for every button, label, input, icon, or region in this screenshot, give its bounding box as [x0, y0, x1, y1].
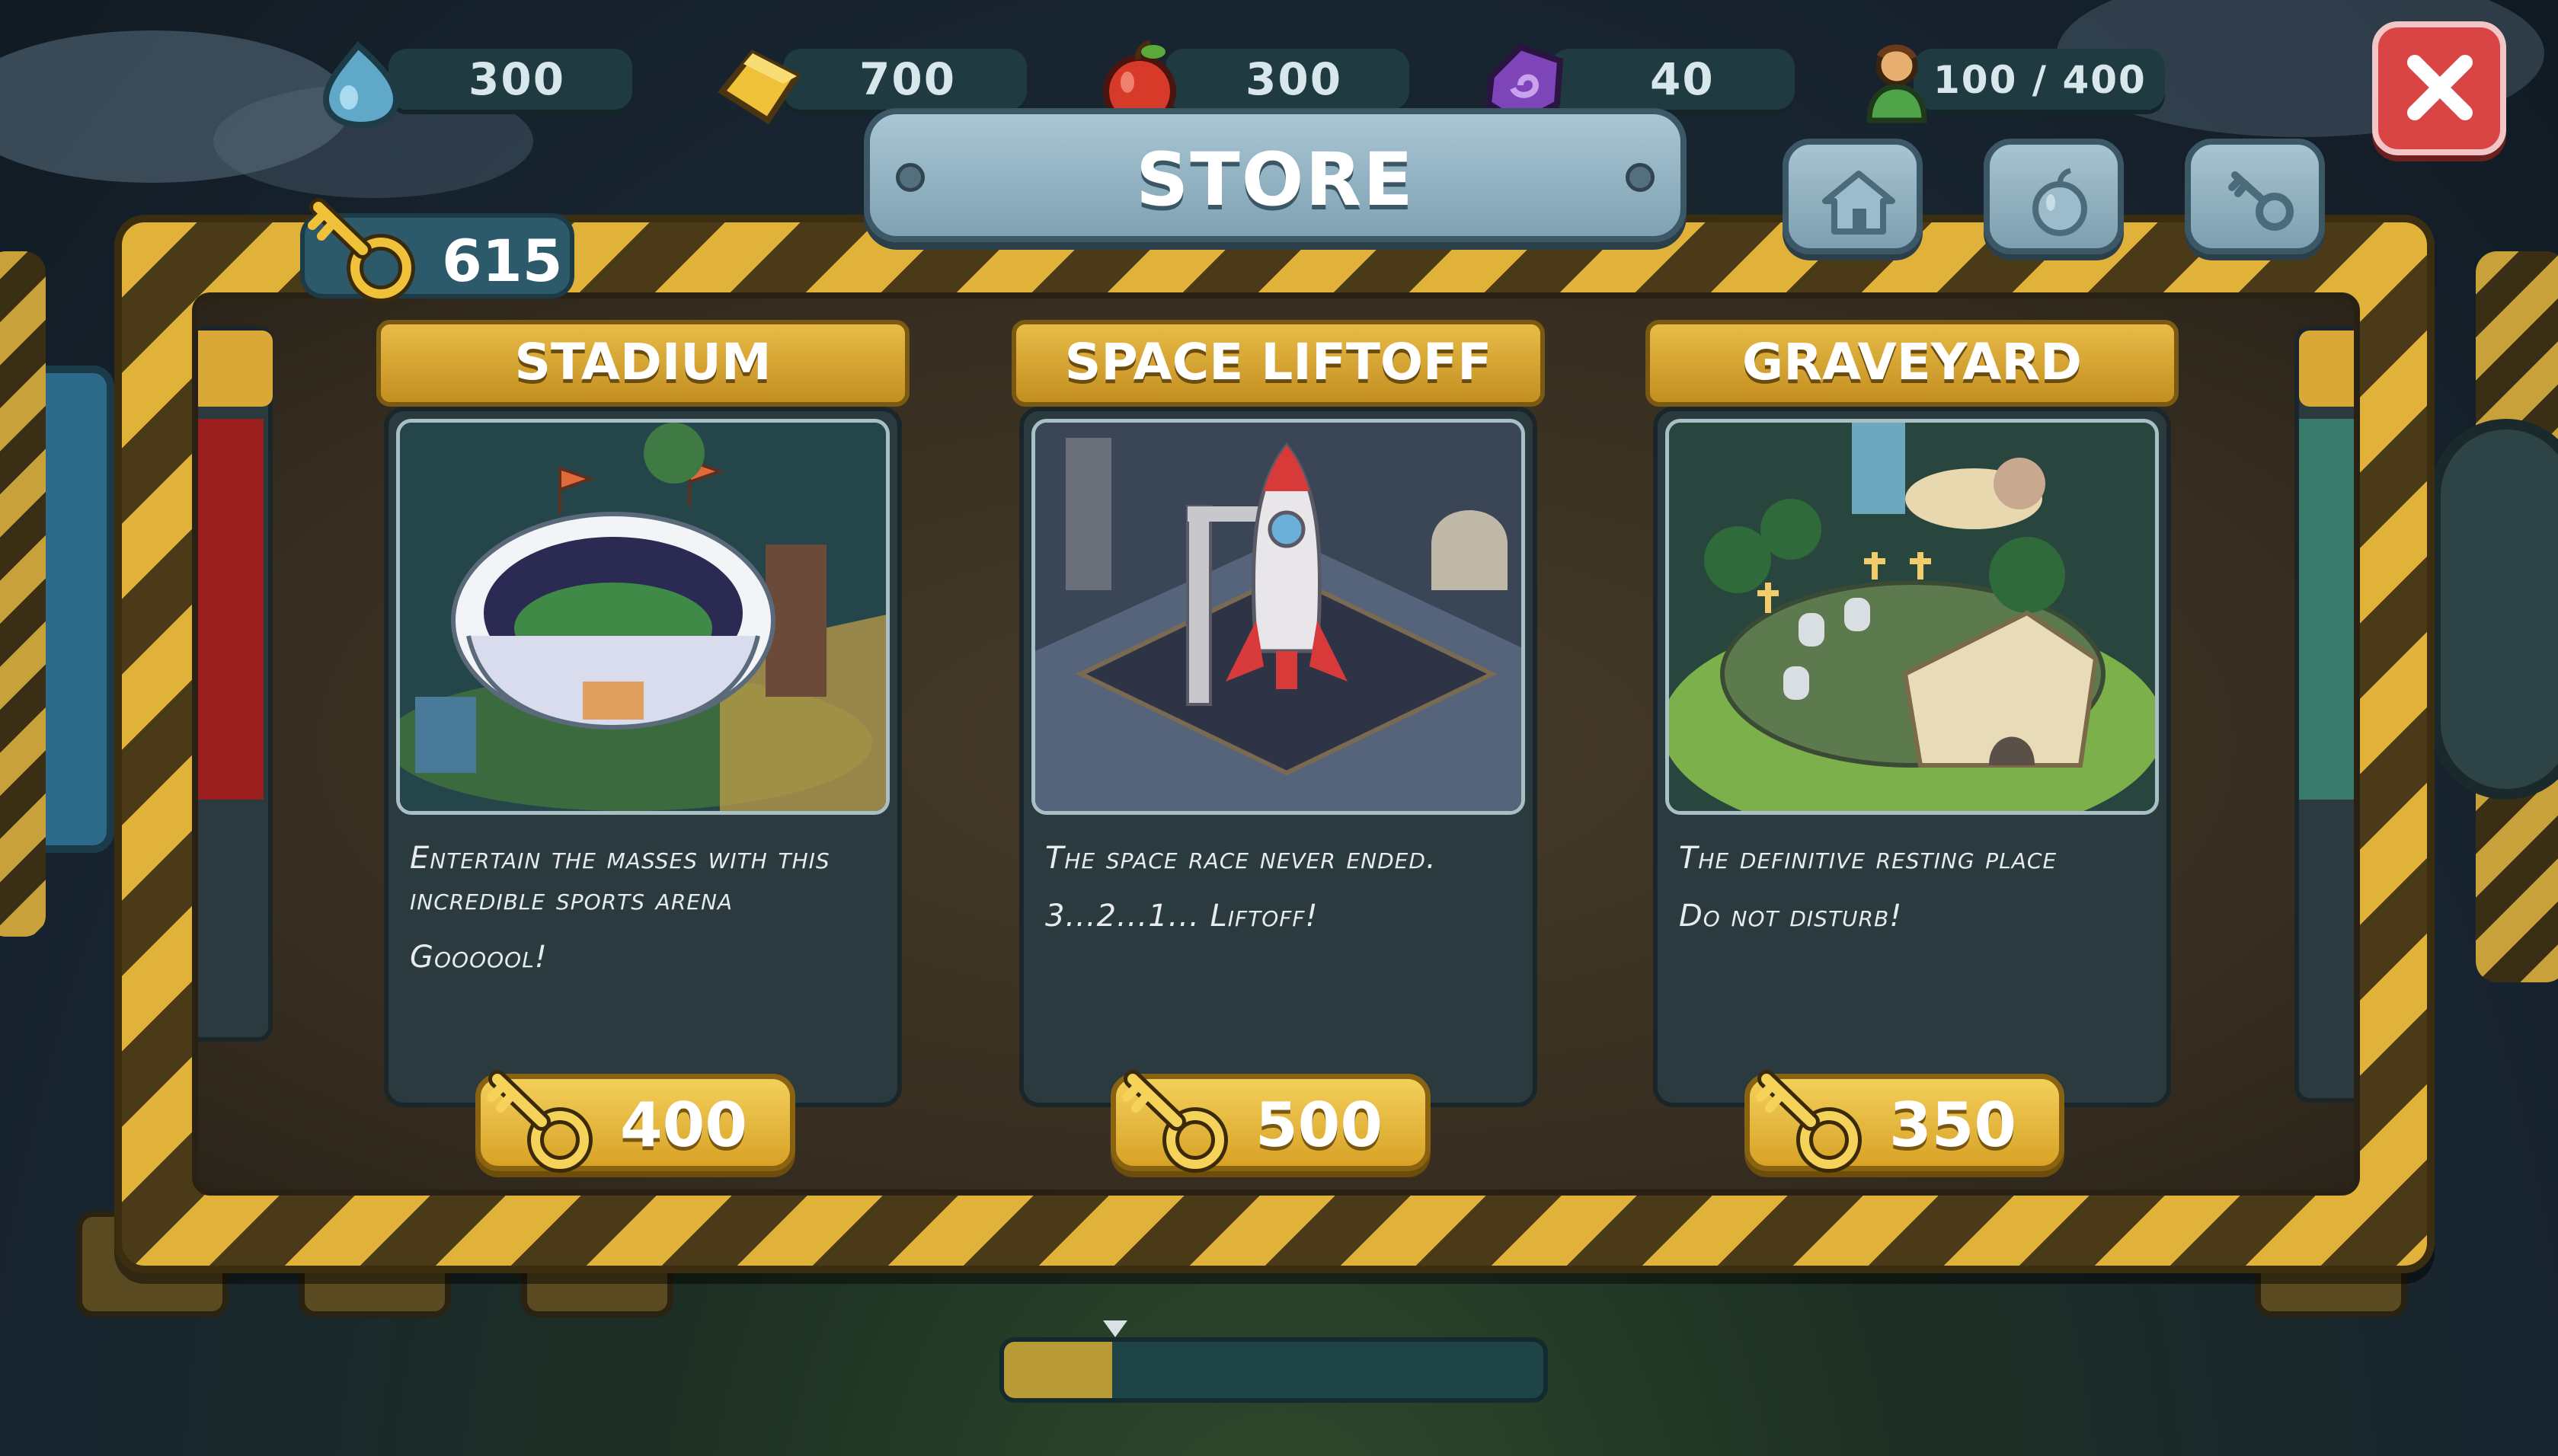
card-title: STADIUM: [514, 333, 772, 391]
resource-crystal-value: 40: [1650, 53, 1715, 105]
progress-marker: [1103, 1320, 1127, 1337]
card-description: The definitive resting place Do not dist…: [1679, 838, 2151, 937]
key-icon: [487, 1070, 593, 1173]
card-title: GRAVEYARD: [1742, 333, 2082, 391]
next-card-edge[interactable]: [2294, 326, 2354, 1103]
progress-fill: [1004, 1342, 1112, 1398]
game-scene: 300 700 300 40 100 / 400 STORE 615 STADI…: [0, 0, 2558, 1456]
next-card-header: [2299, 330, 2354, 407]
resource-crystal: 40: [1475, 43, 1795, 127]
card-tagline: 3...2...1... Liftoff!: [1045, 899, 1319, 934]
resource-gold-value: 700: [859, 53, 957, 105]
card-description-line: Entertain the masses with this incredibl…: [410, 841, 830, 917]
previous-card-art: [198, 419, 264, 800]
store-card-graveyard[interactable]: GRAVEYARD The definitive resting place D…: [1645, 320, 2179, 1186]
previous-card-header: [198, 330, 273, 407]
card-header: GRAVEYARD: [1645, 320, 2179, 407]
store-title: STORE: [1136, 137, 1415, 222]
card-body: Entertain the masses with this incredibl…: [384, 407, 902, 1107]
card-body: The definitive resting place Do not dist…: [1653, 407, 2171, 1107]
card-header: STADIUM: [376, 320, 910, 407]
stadium-illustration: [396, 419, 890, 815]
close-icon: [2407, 55, 2473, 120]
store-title-banner: STORE: [864, 108, 1687, 242]
card-tagline: Goooool!: [410, 940, 548, 975]
card-description: Entertain the masses with this incredibl…: [410, 838, 882, 978]
key-balance-value: 615: [442, 227, 563, 295]
previous-card-edge[interactable]: [198, 326, 273, 1042]
graveyard-illustration: [1665, 419, 2159, 815]
store-card-space-liftoff[interactable]: SPACE LIFTOFF The space race never ended…: [1012, 320, 1545, 1186]
price-value: 350: [1889, 1090, 2016, 1161]
bg-left-structure: [0, 251, 46, 937]
close-button[interactable]: [2372, 21, 2506, 155]
space-liftoff-illustration: [1031, 419, 1525, 815]
apple-icon: [2032, 168, 2087, 236]
card-description-line: The space race never ended.: [1045, 841, 1437, 876]
water-drop-icon: [312, 38, 411, 129]
bottom-progress-bar: [999, 1337, 1548, 1403]
house-icon: [1822, 171, 1895, 235]
card-description-line: The definitive resting place: [1679, 841, 2058, 876]
next-card-art: [2299, 419, 2354, 800]
key-icon: [1756, 1070, 1862, 1173]
buy-space-liftoff-button[interactable]: 500: [1111, 1070, 1431, 1173]
store-card-stadium[interactable]: STADIUM Entertain the masses with this i…: [376, 320, 910, 1186]
resource-gold: 700: [707, 43, 1027, 125]
card-body: The space race never ended. 3...2...1...…: [1019, 407, 1537, 1107]
resource-water: 300: [312, 41, 632, 129]
card-description: The space race never ended. 3...2...1...…: [1045, 838, 1517, 937]
resource-water-value: 300: [468, 53, 566, 105]
buy-stadium-button[interactable]: 400: [475, 1070, 795, 1173]
card-header: SPACE LIFTOFF: [1012, 320, 1545, 407]
card-tagline: Do not disturb!: [1679, 899, 1903, 934]
price-value: 400: [620, 1090, 747, 1161]
bg-gauge: [2430, 419, 2558, 800]
population-icon: [1848, 38, 1947, 129]
price-value: 500: [1255, 1090, 1383, 1161]
resource-population-value: 100 / 400: [1933, 58, 2147, 102]
tab-food[interactable]: [1984, 139, 2124, 254]
tab-keys[interactable]: [2185, 139, 2325, 254]
key-icon: [2228, 171, 2294, 231]
gold-bar-icon: [707, 38, 806, 129]
key-icon: [1122, 1070, 1228, 1173]
resource-population: 100 / 400: [1848, 43, 2168, 123]
key-balance: 615: [300, 198, 574, 302]
resource-food-value: 300: [1245, 53, 1343, 105]
key-icon: [308, 198, 415, 302]
card-title: SPACE LIFTOFF: [1064, 333, 1492, 391]
buy-graveyard-button[interactable]: 350: [1744, 1070, 2064, 1173]
tab-buildings[interactable]: [1783, 139, 1923, 254]
resource-food: 300: [1089, 40, 1409, 128]
